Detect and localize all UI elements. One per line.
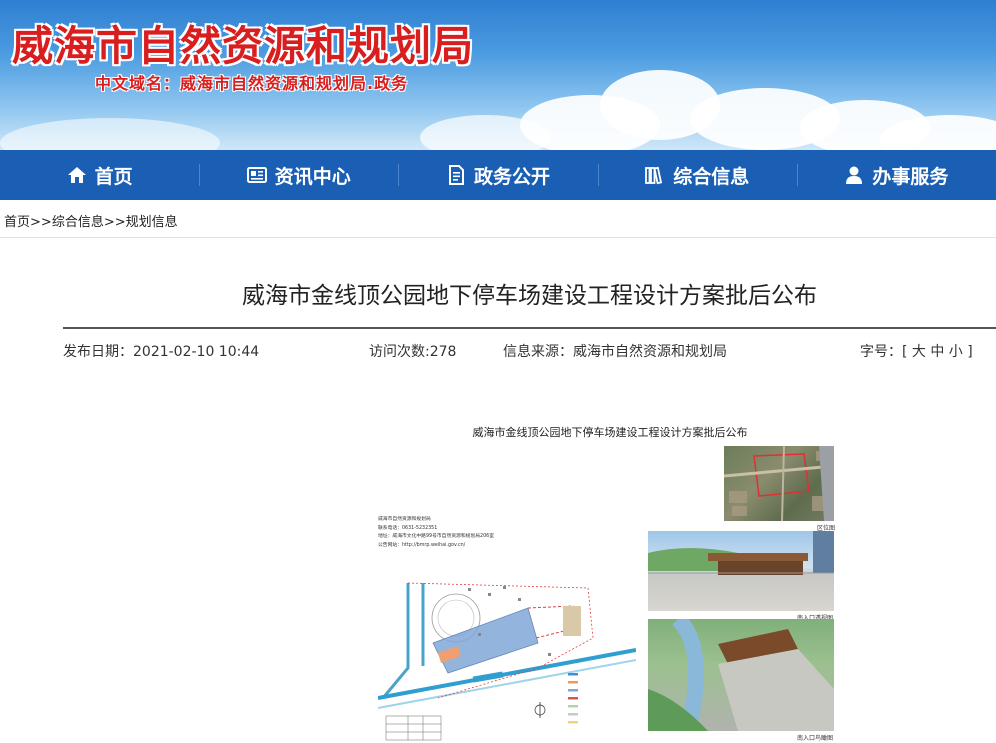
header-banner: 威海市自然资源和规划局 中文域名：威海市自然资源和规划局.政务: [0, 0, 996, 150]
info-line: 威海市自然资源和规划局: [378, 517, 431, 522]
books-icon: [645, 166, 663, 185]
main-nav: 首页 资讯中心 政务公开 综合信息 办事服务: [0, 150, 996, 200]
info-line: 公告网站：http://bmrp.weihai.gov.cn/: [378, 542, 466, 548]
font-size-control[interactable]: 字号：[ 大 中 小 ]: [860, 341, 973, 361]
announcement-poster: 威海市金线顶公园地下停车场建设工程设计方案批后公布 威海市自然资源和规划局 联系…: [372, 413, 848, 743]
nav-item-gov-affairs[interactable]: 政务公开: [398, 150, 597, 200]
divider: [63, 327, 996, 329]
nav-item-news[interactable]: 资讯中心: [199, 150, 398, 200]
cloud-decoration: [0, 118, 220, 150]
breadcrumb-planning[interactable]: 规划信息: [126, 215, 178, 230]
location-map-image: [724, 446, 834, 521]
south-entrance-aerial-image: [648, 619, 834, 731]
user-icon: [846, 166, 863, 184]
breadcrumb-separator: >>: [30, 215, 52, 230]
site-domain: 中文域名：威海市自然资源和规划局.政务: [95, 74, 409, 93]
news-icon: [246, 167, 267, 183]
nav-item-label: 综合信息: [673, 165, 750, 188]
breadcrumb-separator: >>: [103, 215, 126, 230]
breadcrumb: 首页>>综合信息>>规划信息: [4, 211, 178, 230]
nav-item-label: 政务公开: [474, 165, 551, 188]
home-icon: [67, 167, 86, 183]
south-entrance-perspective-image: [648, 531, 834, 611]
poster-title: 威海市金线顶公园地下停车场建设工程设计方案批后公布: [472, 426, 748, 439]
nav-item-info[interactable]: 综合信息: [597, 150, 797, 200]
nav-item-label: 办事服务: [872, 165, 949, 188]
breadcrumb-info[interactable]: 综合信息: [52, 215, 104, 230]
info-source: 信息来源：威海市自然资源和规划局: [503, 344, 727, 360]
breadcrumb-home[interactable]: 首页: [4, 215, 30, 230]
divider: [0, 237, 996, 238]
nav-item-services[interactable]: 办事服务: [796, 150, 996, 200]
aerial-caption: 南入口鸟瞰图: [797, 735, 834, 742]
document-icon: [449, 165, 464, 185]
nav-item-label: 首页: [94, 165, 133, 188]
poster-info: 威海市自然资源和规划局 联系电话：0631-5232351 地址：威海市文化中路…: [378, 516, 588, 550]
info-line: 联系电话：0631-5232351: [378, 525, 438, 531]
article-title: 威海市金线顶公园地下停车场建设工程设计方案批后公布: [242, 283, 817, 309]
view-count: 访问次数:278: [369, 344, 457, 360]
info-line: 地址：威海市文化中路99号市自然资源和规划局206室: [378, 534, 494, 539]
site-plan-drawing: [378, 578, 636, 743]
nav-item-home[interactable]: 首页: [0, 150, 199, 200]
site-title: 威海市自然资源和规划局: [12, 22, 474, 70]
nav-item-label: 资讯中心: [274, 165, 351, 188]
publish-date: 发布日期：2021-02-10 10:44: [63, 344, 260, 360]
